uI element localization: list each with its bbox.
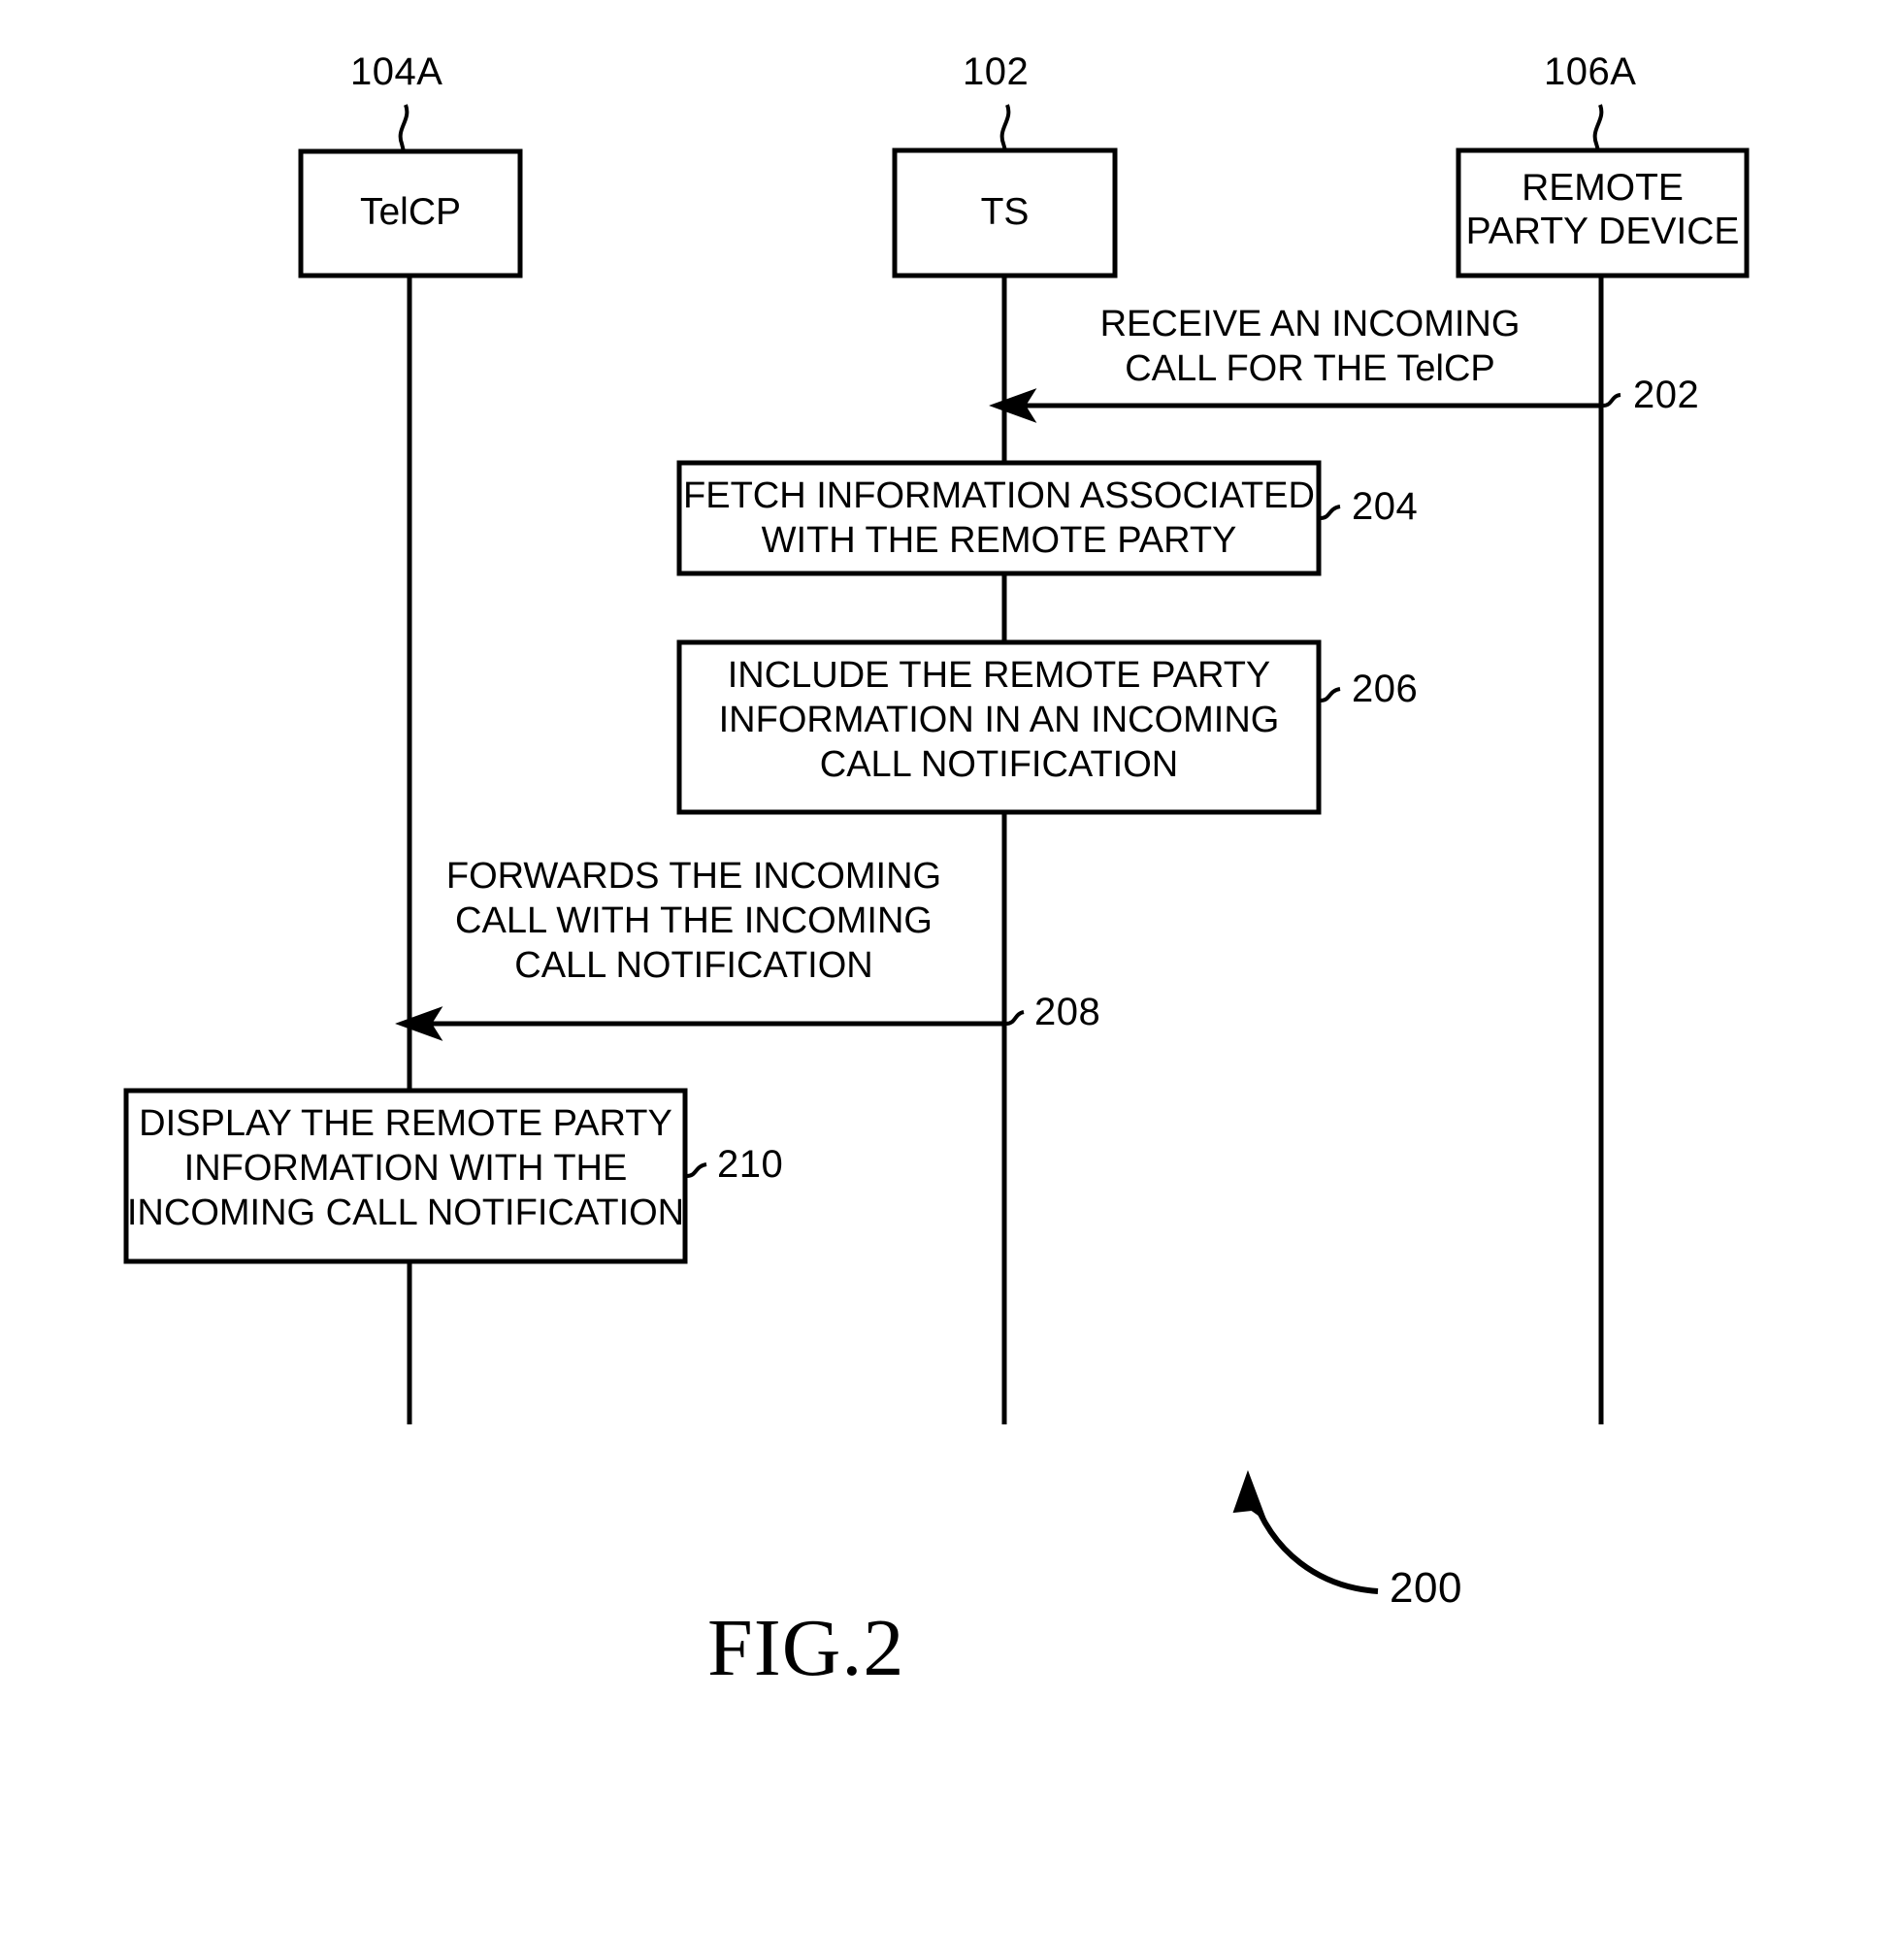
ref-num-200: 200: [1390, 1564, 1462, 1612]
ref-num-106a: 106A: [1544, 50, 1637, 93]
leader-line-208: [1005, 1010, 1025, 1026]
message-label-208: FORWARDS THE INCOMING CALL WITH THE INCO…: [445, 856, 942, 986]
ref-num-210: 210: [717, 1143, 784, 1186]
leader-line-106a: [1592, 104, 1604, 151]
ref-num-202: 202: [1633, 374, 1700, 416]
leader-line-210: [686, 1162, 707, 1178]
step-label-210: DISPLAY THE REMOTE PARTY INFORMATION WIT…: [126, 1103, 685, 1233]
figure-ref-arrow-200: [1249, 1491, 1379, 1594]
step-label-206: INCLUDE THE REMOTE PARTY INFORMATION IN …: [718, 655, 1280, 785]
actor-label-telcp: TelCP: [359, 191, 462, 233]
leader-line-104a: [398, 104, 409, 152]
figure-caption: FIG.2: [707, 1603, 905, 1693]
ref-num-104a: 104A: [350, 50, 443, 93]
message-label-202: RECEIVE AN INCOMING CALL FOR THE TelCP: [1099, 304, 1521, 389]
ref-num-206: 206: [1352, 668, 1419, 710]
leader-line-102: [999, 104, 1011, 151]
actor-label-remote-party-device: REMOTE PARTY DEVICE: [1465, 167, 1740, 252]
leader-line-206: [1320, 687, 1341, 702]
leader-line-204: [1320, 505, 1341, 520]
step-label-204: FETCH INFORMATION ASSOCIATED WITH THE RE…: [683, 475, 1315, 561]
leader-line-202: [1602, 393, 1621, 408]
ref-num-204: 204: [1352, 485, 1419, 528]
figure-ref-arrowhead-200: [1232, 1470, 1268, 1522]
ref-num-208: 208: [1034, 991, 1101, 1033]
patent-figure: 104A 102 106A 202 204 206 208 210 200 Te…: [0, 0, 1899, 1960]
ref-num-102: 102: [963, 50, 1030, 93]
actor-label-ts: TS: [980, 191, 1030, 233]
